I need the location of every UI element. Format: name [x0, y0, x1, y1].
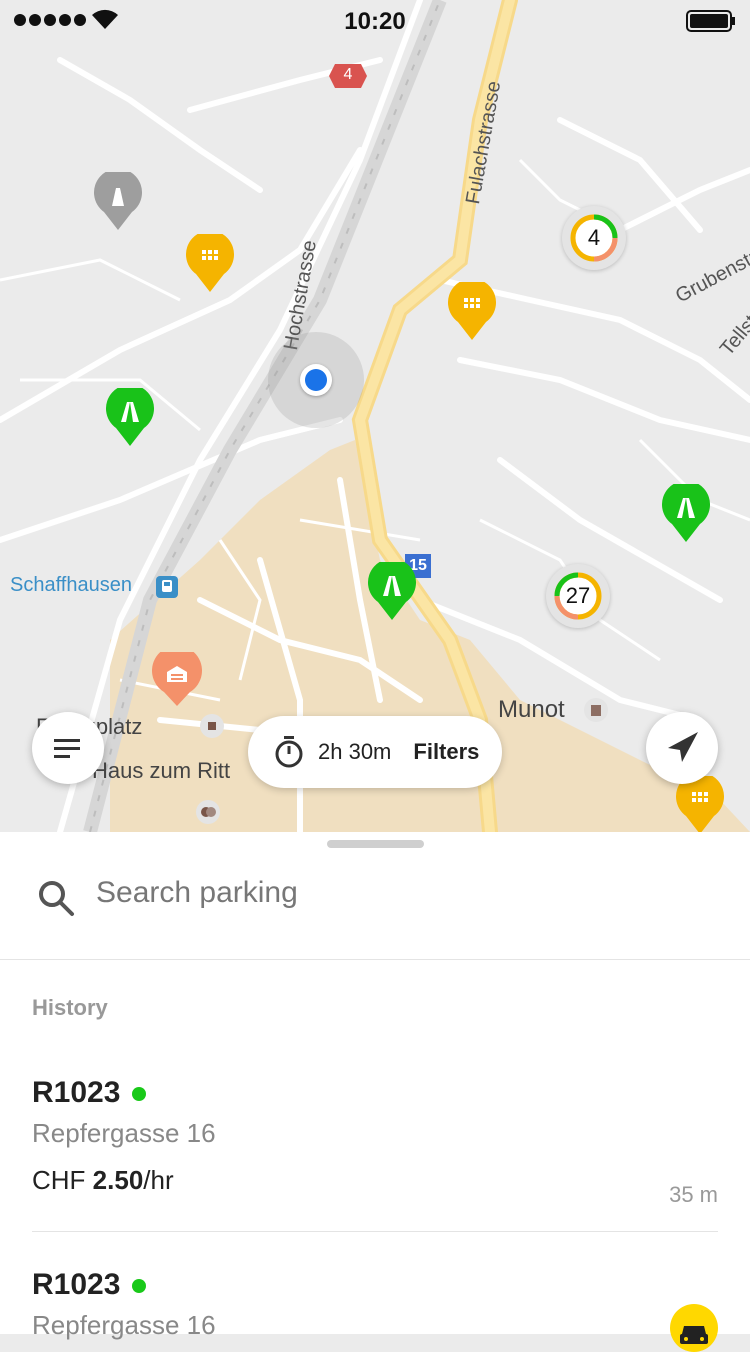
price-currency: CHF [32, 1165, 86, 1195]
poi-square-icon [200, 714, 224, 738]
orange-garage-pin[interactable] [186, 230, 234, 297]
castle-icon [584, 698, 608, 722]
history-heading: History [32, 995, 108, 1020]
bottom-sheet: Search parking History R1023 Repfergasse… [0, 832, 750, 1352]
stopwatch-icon [275, 736, 303, 768]
availability-dot [132, 1278, 147, 1293]
green-parking-pin[interactable] [106, 384, 154, 451]
parking-cluster[interactable]: 27 [546, 564, 610, 628]
menu-button[interactable] [32, 712, 104, 784]
duration-value: 2h 30m [318, 739, 392, 764]
parking-address: Repfergasse 16 [32, 1310, 216, 1340]
availability-dot [132, 1086, 147, 1101]
search-bar[interactable]: Search parking [0, 862, 750, 960]
locate-me-button[interactable] [646, 712, 718, 784]
parking-code: R1023 [32, 1268, 121, 1301]
history-item[interactable]: R1023 Repfergasse 16 [32, 1268, 718, 1341]
filters-label: Filters [413, 739, 480, 764]
price-amount: 2.50 [92, 1165, 144, 1195]
theater-icon [196, 800, 220, 824]
menu-lines-icon [54, 739, 80, 758]
train-station-icon [156, 576, 178, 598]
list-divider [32, 1231, 718, 1232]
parking-address: Repfergasse 16 [32, 1118, 216, 1148]
parking-price: CHF 2.50/hr [32, 1165, 718, 1196]
sheet-drag-handle[interactable] [327, 840, 424, 848]
battery-icon [686, 10, 735, 32]
price-unit: /hr [143, 1165, 174, 1195]
cluster-count: 27 [565, 583, 591, 608]
place-label-schaffhausen: Schaffhausen [10, 574, 132, 596]
road-badge-4: 4 [329, 64, 367, 88]
history-item[interactable]: R1023 Repfergasse 16 CHF 2.50/hr 35 m [32, 1076, 718, 1207]
map-view[interactable]: 4 15 Hochstrasse Fulachstrasse Grubenstr… [0, 0, 750, 832]
orange-garage-pin[interactable] [676, 772, 724, 832]
coral-garage-pin[interactable] [152, 645, 202, 711]
cluster-count: 4 [587, 225, 601, 250]
status-time: 10:20 [344, 8, 406, 35]
taxi-icon[interactable] [670, 1304, 718, 1352]
green-parking-pin[interactable] [368, 558, 416, 625]
road-badge-4-text: 4 [343, 66, 353, 83]
parking-code: R1023 [32, 1076, 121, 1109]
search-icon [39, 881, 74, 916]
user-location-dot [300, 364, 332, 396]
status-bar: 10:20 [0, 0, 750, 40]
parking-cluster[interactable]: 4 [562, 206, 626, 270]
green-parking-pin[interactable] [662, 480, 710, 547]
orange-garage-pin[interactable] [448, 278, 496, 345]
duration-filters-button[interactable]: 2h 30m Filters [248, 716, 502, 788]
place-label-munot: Munot [498, 696, 565, 723]
parking-distance: 35 m [669, 1182, 718, 1207]
place-label-haus-zum-ritter: Haus zum Ritt [92, 758, 231, 783]
gray-parking-pin[interactable] [94, 168, 142, 235]
search-input[interactable]: Search parking [96, 876, 298, 910]
navigation-arrow-icon [668, 732, 698, 762]
